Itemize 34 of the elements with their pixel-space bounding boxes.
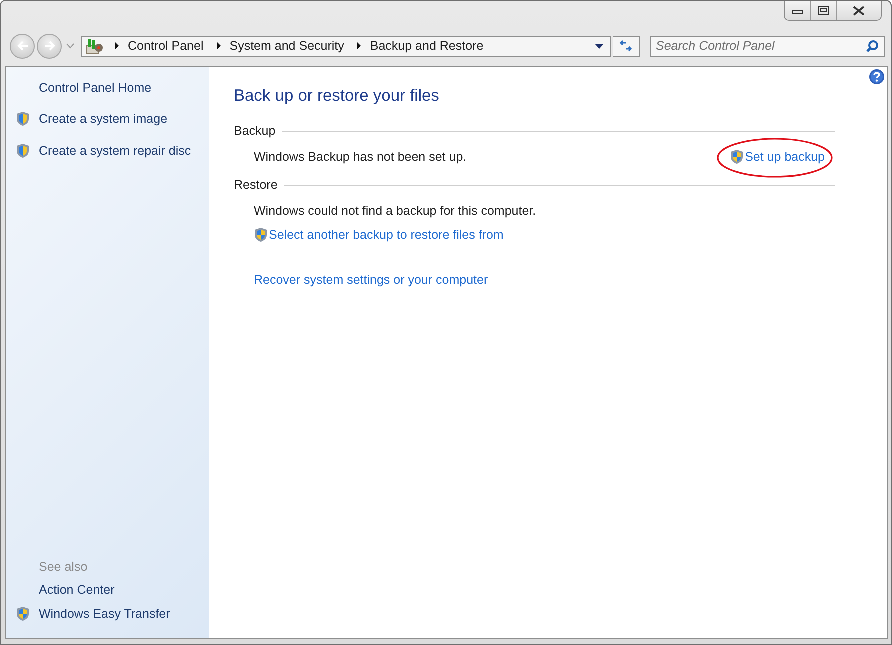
maximize-button[interactable]: [811, 1, 837, 20]
dropdown-arrow-icon[interactable]: [595, 44, 604, 48]
search-icon[interactable]: [866, 40, 879, 52]
section-heading: Backup: [234, 124, 276, 138]
search-field[interactable]: Search Control Panel: [650, 36, 885, 56]
status-message: Windows could not find a backup for this computer.: [254, 204, 536, 218]
sidebar-link[interactable]: Action Center: [39, 583, 115, 597]
page-title: Back up or restore your files: [234, 87, 440, 106]
refresh-button[interactable]: [613, 36, 640, 56]
chevron-icon[interactable]: [114, 42, 120, 50]
chevron-icon[interactable]: [356, 42, 362, 50]
breadcrumb[interactable]: Backup and Restore: [370, 39, 484, 53]
see-also-heading: See also: [39, 560, 89, 574]
minimize-button[interactable]: [785, 1, 811, 20]
recover-link[interactable]: Recover system settings or your computer: [254, 273, 488, 287]
breadcrumb[interactable]: Control Panel: [128, 39, 204, 53]
close-button[interactable]: [837, 1, 881, 20]
forward-arrow-icon: [42, 40, 56, 52]
close-icon: [852, 6, 866, 16]
sidebar-link[interactable]: Create a system image: [39, 112, 168, 126]
control-panel-icon: [84, 37, 104, 55]
chevron-icon[interactable]: [216, 42, 222, 50]
breadcrumb[interactable]: System and Security: [230, 39, 344, 53]
help-icon[interactable]: [869, 69, 885, 85]
status-message: Windows Backup has not been set up.: [254, 150, 467, 164]
address-bar[interactable]: Control Panel System and Security Backup and Restore: [81, 36, 611, 56]
back-arrow-icon: [16, 40, 30, 52]
sidebar-link[interactable]: Create a system repair disc: [39, 144, 192, 158]
section-heading: Restore: [234, 178, 278, 192]
maximize-icon: [818, 6, 830, 16]
restore-link[interactable]: Select another backup to restore files from: [254, 227, 504, 243]
sidebar-link[interactable]: Windows Easy Transfer: [39, 607, 170, 621]
refresh-arrows-icon: [619, 39, 633, 53]
sidebar-link[interactable]: Control Panel Home: [39, 81, 209, 95]
